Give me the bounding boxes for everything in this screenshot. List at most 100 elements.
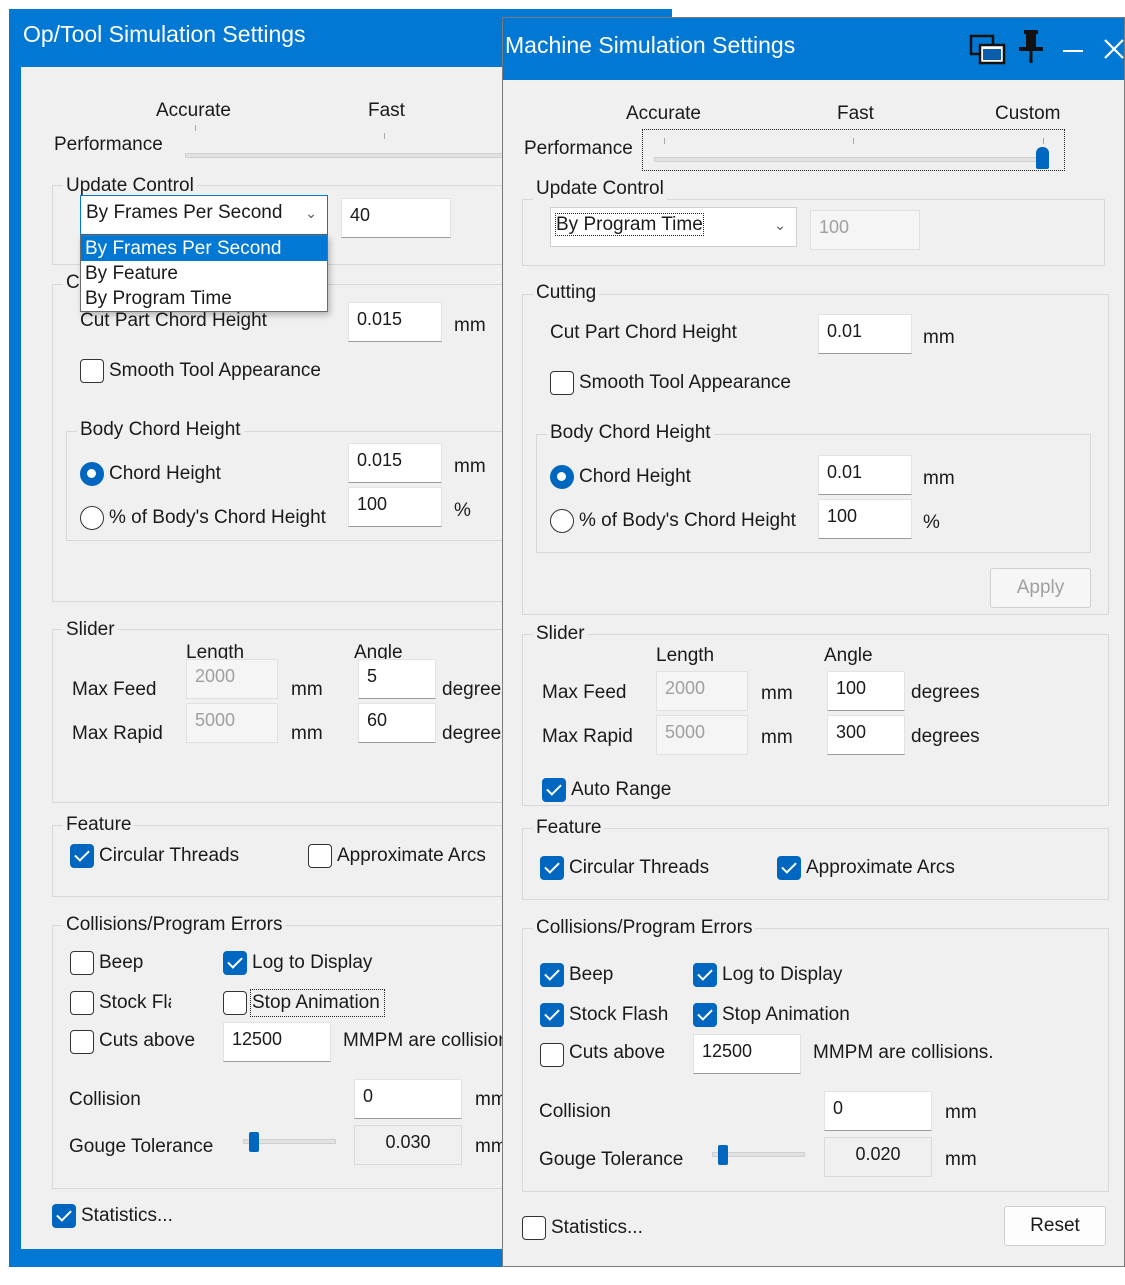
log-to-display-checkbox[interactable] xyxy=(223,951,247,975)
approximate-arcs-checkbox[interactable] xyxy=(308,844,332,868)
collision-input[interactable]: 0 xyxy=(824,1091,932,1131)
stop-animation-checkbox[interactable] xyxy=(223,991,247,1015)
chord-height-input[interactable]: 0.015 xyxy=(348,443,442,483)
dropdown-option-by-program-time[interactable]: By Program Time xyxy=(81,286,327,311)
performance-level-accurate: Accurate xyxy=(156,100,231,121)
max-rapid-angle-input[interactable]: 60 xyxy=(358,703,436,743)
gouge-slider-thumb[interactable] xyxy=(249,1132,259,1152)
smooth-tool-checkbox[interactable] xyxy=(80,359,104,383)
cut-chord-label: Cut Part Chord Height xyxy=(550,322,737,343)
pct-body-chord-unit: % xyxy=(923,512,940,533)
auto-range-label: Auto Range xyxy=(571,779,672,800)
max-feed-label: Max Feed xyxy=(72,679,157,700)
chord-height-radio[interactable] xyxy=(550,465,574,489)
max-rapid-angle-unit: degrees xyxy=(911,726,980,747)
feature-title: Feature xyxy=(533,817,605,839)
length-header: Length xyxy=(656,645,715,666)
update-value-input[interactable]: 100 xyxy=(810,210,920,250)
pct-body-chord-input[interactable]: 100 xyxy=(818,499,912,539)
performance-slider-thumb[interactable] xyxy=(1036,147,1049,169)
beep-checkbox[interactable] xyxy=(540,963,564,987)
chevron-down-icon: ⌄ xyxy=(774,217,786,233)
gouge-tolerance-label: Gouge Tolerance xyxy=(69,1136,214,1157)
gouge-tolerance-value: 0.020 xyxy=(824,1137,932,1177)
pct-body-chord-radio[interactable] xyxy=(80,506,104,530)
pct-body-chord-radio[interactable] xyxy=(550,509,574,533)
performance-level-custom: Custom xyxy=(995,103,1061,124)
circular-threads-checkbox[interactable] xyxy=(540,856,564,880)
stock-flash-checkbox[interactable] xyxy=(540,1003,564,1027)
close-icon[interactable] xyxy=(1101,36,1125,62)
collision-label: Collision xyxy=(539,1101,611,1122)
pct-body-chord-input[interactable]: 100 xyxy=(348,487,442,527)
statistics-checkbox[interactable] xyxy=(522,1216,546,1240)
minimize-icon[interactable] xyxy=(1060,36,1086,62)
max-feed-length-input[interactable]: 2000 xyxy=(656,671,748,711)
slider-title: Slider xyxy=(63,619,118,641)
body-chord-title: Body Chord Height xyxy=(547,422,714,444)
collisions-title: Collisions/Program Errors xyxy=(533,917,756,939)
collision-input[interactable]: 0 xyxy=(354,1079,462,1119)
cut-chord-input[interactable]: 0.015 xyxy=(348,302,442,342)
max-feed-angle-input[interactable]: 5 xyxy=(358,659,436,699)
gouge-slider-thumb[interactable] xyxy=(718,1145,728,1165)
slider-tick xyxy=(1043,138,1044,144)
approximate-arcs-label: Approximate Arcs xyxy=(806,857,955,878)
update-mode-select[interactable]: By Frames Per Second ⌄ xyxy=(80,195,328,235)
stop-animation-checkbox[interactable] xyxy=(693,1003,717,1027)
max-rapid-angle-input[interactable]: 300 xyxy=(827,715,905,755)
cuts-above-suffix: MMPM are collisions. xyxy=(343,1030,511,1051)
pct-body-chord-unit: % xyxy=(454,500,471,521)
reset-button[interactable]: Reset xyxy=(1004,1206,1106,1246)
cut-chord-input[interactable]: 0.01 xyxy=(818,314,912,354)
update-control-title: Update Control xyxy=(63,175,197,197)
update-mode-dropdown: By Frames Per Second By Feature By Progr… xyxy=(80,235,328,312)
chord-height-label: Chord Height xyxy=(109,463,221,484)
beep-checkbox[interactable] xyxy=(70,951,94,975)
update-value-input[interactable]: 40 xyxy=(341,198,451,238)
cuts-above-label: Cuts above xyxy=(569,1042,666,1063)
chord-height-unit: mm xyxy=(923,468,955,489)
pin-icon[interactable] xyxy=(1015,28,1047,66)
max-feed-angle-input[interactable]: 100 xyxy=(827,671,905,711)
cuts-above-checkbox[interactable] xyxy=(540,1043,564,1067)
circular-threads-label: Circular Threads xyxy=(569,857,710,878)
log-to-display-checkbox[interactable] xyxy=(693,963,717,987)
stock-flash-checkbox[interactable] xyxy=(70,991,94,1015)
window-icon[interactable] xyxy=(969,34,1007,66)
angle-header: Angle xyxy=(824,645,873,666)
apply-button[interactable]: Apply xyxy=(990,568,1091,608)
slider-tick xyxy=(195,125,196,131)
dropdown-option-frames-per-second[interactable]: By Frames Per Second xyxy=(81,236,327,261)
max-feed-angle-unit: degrees xyxy=(442,679,511,700)
dropdown-option-by-feature[interactable]: By Feature xyxy=(81,261,327,286)
max-feed-length-unit: mm xyxy=(291,679,323,700)
auto-range-checkbox[interactable] xyxy=(542,778,566,802)
chord-height-unit: mm xyxy=(454,456,486,477)
smooth-tool-checkbox[interactable] xyxy=(550,371,574,395)
approximate-arcs-checkbox[interactable] xyxy=(777,856,801,880)
max-rapid-length-input[interactable]: 5000 xyxy=(186,703,278,743)
gouge-tolerance-unit: mm xyxy=(945,1149,977,1170)
statistics-checkbox[interactable] xyxy=(52,1204,76,1228)
max-feed-length-unit: mm xyxy=(761,683,793,704)
gouge-tolerance-value: 0.030 xyxy=(354,1125,462,1165)
update-mode-select[interactable]: By Program Time ⌄ xyxy=(550,207,797,247)
chord-height-input[interactable]: 0.01 xyxy=(818,455,912,495)
cuts-above-input[interactable]: 12500 xyxy=(223,1022,331,1062)
performance-level-fast: Fast xyxy=(837,103,874,124)
collisions-title: Collisions/Program Errors xyxy=(63,914,286,936)
performance-slider[interactable] xyxy=(654,157,1049,162)
max-rapid-label: Max Rapid xyxy=(72,723,163,744)
update-mode-value: By Program Time xyxy=(555,213,704,236)
chord-height-radio[interactable] xyxy=(80,462,104,486)
max-rapid-length-input[interactable]: 5000 xyxy=(656,715,748,755)
stop-animation-label: Stop Animation xyxy=(722,1004,850,1025)
circular-threads-checkbox[interactable] xyxy=(70,844,94,868)
stop-animation-label: Stop Animation xyxy=(252,992,380,1013)
title-bar: Machine Simulation Settings xyxy=(503,18,1124,80)
max-feed-length-input[interactable]: 2000 xyxy=(186,659,278,699)
cuts-above-label: Cuts above xyxy=(99,1030,196,1051)
cuts-above-checkbox[interactable] xyxy=(70,1030,94,1054)
cuts-above-input[interactable]: 12500 xyxy=(693,1034,801,1074)
